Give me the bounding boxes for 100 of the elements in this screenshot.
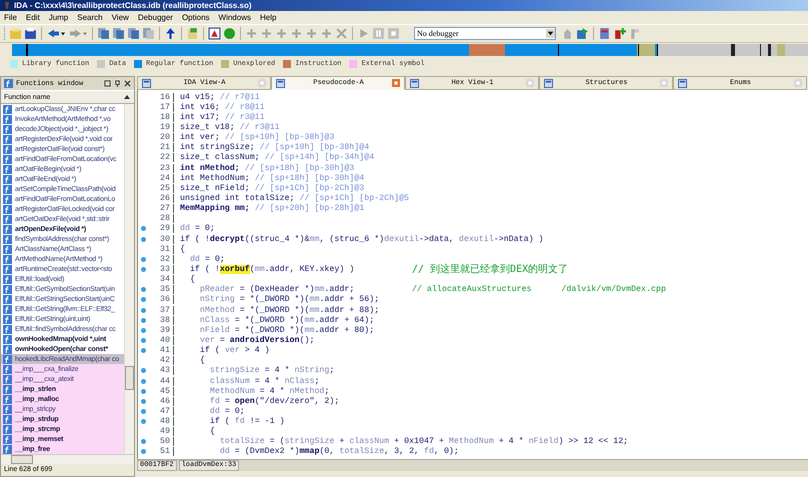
line-number: 20 [148,133,174,142]
window-icon [142,78,151,88]
debugger-select[interactable]: No debugger [414,27,556,40]
line-number: 33 [148,264,174,274]
line-number: 43 [148,366,174,376]
code-line: int stringSize; // [sp+10h] [bp-38h]@4 [180,143,370,152]
menu-item[interactable]: View [112,13,129,22]
back-arrow-icon[interactable] [46,27,66,40]
code-line: nField = *(_DWORD *)(mm.addr + 80); [198,326,374,335]
line-number: 18 [148,112,174,122]
function-icon [4,79,13,88]
close-icon[interactable] [124,80,131,87]
menu-item[interactable]: File [4,13,17,22]
line-number: 38 [148,316,174,325]
code-line: dd = 0; [180,224,215,234]
document-icon[interactable] [142,27,155,40]
refresh-icon[interactable] [576,27,589,40]
horizontal-scrollbar[interactable] [1,454,134,464]
code-line: totalSize = (stringSize + classNum + 0x1047 + MethodNum + 4 * nField) >> 12 << 12; [218,437,628,446]
code-line: { [188,275,195,284]
menu-item[interactable]: Edit [26,13,40,22]
breakpoint-dot[interactable] [140,226,146,232]
line-number: 25 [148,184,174,193]
breakpoint-dot[interactable] [140,408,146,414]
line-number: 48 [148,417,174,426]
document-icon[interactable] [598,27,611,40]
function-icon [3,394,12,404]
code-line: nString = *(_DWORD *)(mm.addr + 56); [198,295,380,304]
document-icon[interactable] [97,27,110,40]
code-line: dd = (DvmDex2 *)mmap(0, totalSize, 3, 2, fd, 0); [218,447,459,456]
sort-arrow-icon[interactable] [123,93,131,101]
line-number: 16 [148,92,174,102]
code-line: size_t v18; // r3@11 [180,122,280,132]
graph-icon[interactable] [208,27,221,40]
line-number: 23 [148,164,174,173]
line-number: 40 [148,336,174,345]
line-number: 28 [148,214,174,224]
code-line: size_t classNum; // [sp+14h] [bp-34h]@4 [180,153,374,162]
line-number: 36 [148,295,174,304]
breakpoint-dot[interactable] [140,318,146,323]
document-icon[interactable] [186,27,199,40]
menu-item[interactable]: Help [260,13,276,22]
maximize-icon[interactable] [104,80,111,87]
breakpoint-dot[interactable] [140,388,146,394]
function-icon [3,414,12,424]
code-line: MemMapping mm; // [sp+20h] [bp-28h]@1 [180,204,364,214]
arrow-up-icon[interactable] [164,27,177,40]
document-icon[interactable] [112,27,125,40]
breakpoint-dot[interactable] [140,368,146,374]
breakpoint-dot[interactable] [140,287,146,292]
code-line: u4 v15; // r7@11 [180,92,260,102]
breakpoint-dot[interactable] [140,256,146,262]
breakpoint-dot[interactable] [140,348,146,354]
code-comment: // allocateAuxStructures /dalvik/vm/DvmDex.cpp [412,285,666,294]
menu-item[interactable]: Jump [48,13,68,22]
menu-item[interactable]: Windows [218,13,251,22]
line-number: 37 [148,306,174,315]
forward-arrow-icon[interactable] [68,27,88,40]
code-line: { [198,356,205,366]
breakpoint-dot[interactable] [140,398,146,404]
breakpoint-dot[interactable] [140,297,146,302]
document-icon[interactable] [127,27,140,40]
breakpoint-dot[interactable] [140,378,146,384]
breakpoint-dot[interactable] [140,236,146,242]
line-number: 17 [148,102,174,112]
line-number: 41 [148,346,174,356]
plus-icon[interactable] [613,27,626,40]
menu-item[interactable]: Debugger [138,13,173,22]
line-number: 32 [148,254,174,264]
line-number: 26 [148,194,174,203]
vertical-scrollbar[interactable] [124,104,134,454]
breakpoint-dot[interactable] [140,439,146,444]
dropdown-arrow-icon [546,29,555,38]
function-icon [3,384,12,394]
scrollbar-thumb[interactable] [11,455,33,464]
breakpoint-dot[interactable] [140,419,146,424]
code-line: classNum = 4 * nClass; [208,376,320,386]
breakpoint-dot[interactable] [140,449,146,454]
code-line: { [208,427,215,436]
window-icon [410,78,419,88]
pause-icon[interactable] [372,27,385,40]
function-icon [3,404,12,414]
code-line: int v17; // r3@11 [180,112,265,122]
function-icon [3,354,12,364]
breakpoint-dot[interactable] [140,308,146,313]
function-icon [3,434,12,444]
breakpoint-dot[interactable] [140,266,146,272]
code-line: stringSize = 4 * nString; [208,366,334,376]
code-line: int MethodNum; // [sp+18h] [bp-30h]@4 [180,174,364,183]
save-icon[interactable] [24,27,37,40]
menu-item[interactable]: Options [182,13,210,22]
scrollbar-thumb[interactable] [125,366,134,390]
window-icon [276,78,285,88]
line-number: 34 [148,275,174,284]
stop-icon[interactable] [387,27,400,40]
line-number: 31 [148,244,174,254]
menu-item[interactable]: Search [77,13,103,22]
breakpoint-dot[interactable] [140,328,146,333]
breakpoint-dot[interactable] [140,338,146,343]
code-line: unsigned int totalSize; // [sp+1Ch] [bp-2Ch]@5 [180,194,410,203]
